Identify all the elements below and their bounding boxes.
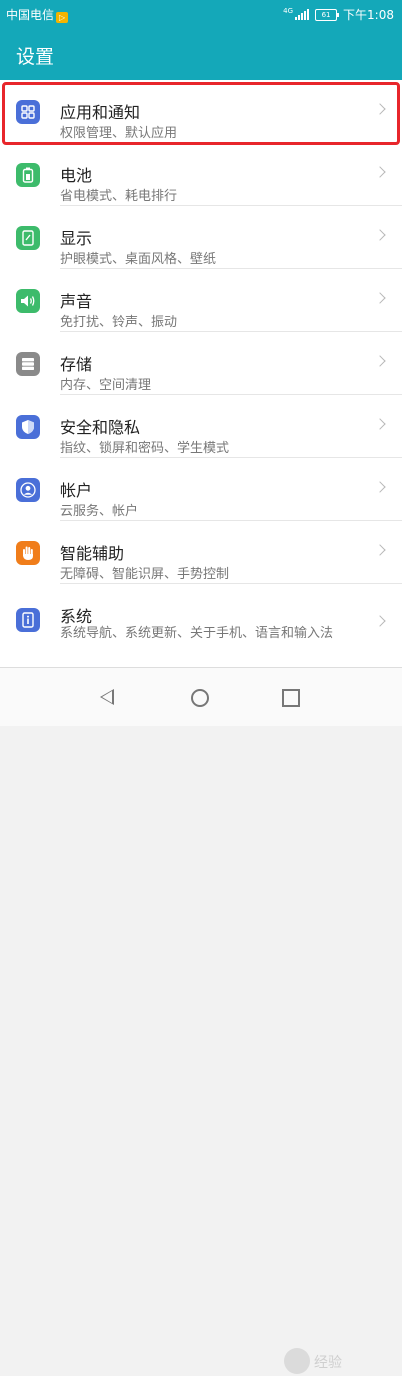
carrier-label: 中国电信 ▷ [6,6,69,23]
watermark-text: 经验 [314,1355,342,1371]
settings-item-system[interactable]: 系统 系统导航、系统更新、关于手机、语言和输入法 [0,584,402,667]
chevron-right-icon [374,544,386,556]
item-subtitle: 护眼模式、桌面风格、壁纸 [60,252,217,267]
settings-item-storage[interactable]: 存储 内存、空间清理 [0,332,402,395]
item-label: 声音 [60,292,93,311]
item-label: 存储 [60,355,93,374]
item-label: 电池 [60,166,93,185]
signal-icon [295,9,310,20]
system-info-icon [16,608,40,632]
speaker-icon [16,289,40,313]
item-subtitle: 无障碍、智能识屏、手势控制 [60,567,230,582]
item-label: 显示 [60,229,93,248]
item-subtitle: 免打扰、铃声、振动 [60,315,178,330]
chevron-right-icon [374,418,386,430]
settings-item-account[interactable]: 帐户 云服务、帐户 [0,458,402,521]
item-label: 安全和隐私 [60,418,141,437]
chevron-right-icon [374,481,386,493]
status-right: 4G 61 下午1:08 [283,6,394,23]
recent-apps-square-icon[interactable] [282,689,300,707]
display-icon [16,226,40,250]
page-title: 设置 [16,46,55,68]
home-circle-icon[interactable] [191,689,209,707]
clock: 下午1:08 [343,8,394,22]
account-icon [16,478,40,502]
item-subtitle: 省电模式、耗电排行 [60,189,178,204]
settings-item-battery[interactable]: 电池 省电模式、耗电排行 [0,143,402,206]
back-triangle-icon[interactable] [100,689,114,705]
carrier-name: 中国电信 [6,8,55,22]
settings-item-smart-assist[interactable]: 智能辅助 无障碍、智能识屏、手势控制 [0,521,402,584]
settings-item-apps[interactable]: 应用和通知 权限管理、默认应用 [0,80,402,145]
chevron-right-icon [374,166,386,178]
item-subtitle: 系统导航、系统更新、关于手机、语言和输入法 [60,626,334,641]
settings-item-display[interactable]: 显示 护眼模式、桌面风格、壁纸 [0,206,402,269]
network-type: 4G [283,6,294,15]
battery-icon [16,163,40,187]
battery-status-icon: 61 [315,8,340,21]
highlight-box [2,82,400,145]
item-label: 帐户 [60,481,93,500]
item-label: 智能辅助 [60,544,125,563]
app-bar: 设置 [0,26,402,80]
chevron-right-icon [374,229,386,241]
sim-badge-icon: ▷ [56,12,69,23]
settings-item-sound[interactable]: 声音 免打扰、铃声、振动 [0,269,402,332]
status-bar: 中国电信 ▷ 4G 61 下午1:08 [0,0,402,26]
storage-icon [16,352,40,376]
item-subtitle: 指纹、锁屏和密码、学生模式 [60,441,230,456]
chevron-right-icon [374,355,386,367]
navigation-bar: 经验 [0,667,402,1374]
settings-item-security[interactable]: 安全和隐私 指纹、锁屏和密码、学生模式 [0,395,402,458]
hand-icon [16,541,40,565]
item-subtitle: 内存、空间清理 [60,378,152,393]
item-subtitle: 云服务、帐户 [60,504,139,519]
chevron-right-icon [374,292,386,304]
chevron-right-icon [374,615,386,627]
paw-logo-icon [284,1348,310,1374]
settings-list: 应用和通知 权限管理、默认应用 电池 省电模式、耗电排行 显示 护眼模式、桌面风… [0,80,402,667]
watermark: 经验 [284,1348,396,1376]
shield-icon [16,415,40,439]
